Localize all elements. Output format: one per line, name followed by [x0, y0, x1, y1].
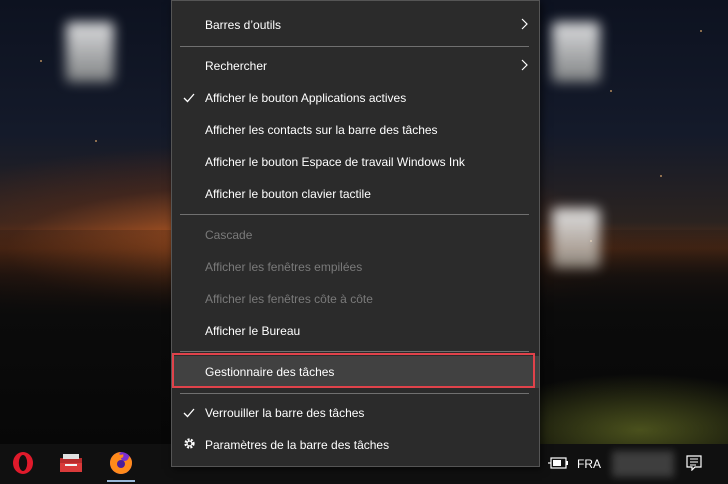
- chevron-right-icon: [521, 18, 529, 33]
- opera-icon: [12, 451, 34, 480]
- menu-item-lock-taskbar[interactable]: Verrouiller la barre des tâches: [172, 397, 539, 429]
- menu-item-show-windows-ink[interactable]: Afficher le bouton Espace de travail Win…: [172, 146, 539, 178]
- wallpaper-star: [95, 140, 97, 142]
- desktop-icon[interactable]: [552, 22, 600, 82]
- menu-item-toolbars[interactable]: Barres d’outils: [172, 9, 539, 41]
- chevron-right-icon: [521, 59, 529, 74]
- battery-icon: [548, 456, 568, 472]
- tray-battery[interactable]: [548, 444, 568, 484]
- menu-separator: [180, 393, 529, 394]
- menu-item-cascade[interactable]: Cascade: [172, 219, 539, 251]
- menu-separator: [180, 351, 529, 352]
- menu-item-show-touch-keyboard[interactable]: Afficher le bouton clavier tactile: [172, 178, 539, 210]
- wallpaper-star: [700, 30, 702, 32]
- menu-item-task-manager[interactable]: Gestionnaire des tâches: [172, 356, 539, 388]
- notification-icon: [686, 454, 702, 474]
- firefox-icon: [109, 451, 133, 480]
- taskbar-app-toolbox[interactable]: [51, 448, 91, 482]
- menu-item-search[interactable]: Rechercher: [172, 50, 539, 82]
- menu-separator: [180, 214, 529, 215]
- menu-item-show-task-view[interactable]: Afficher le bouton Applications actives: [172, 82, 539, 114]
- language-label: FRA: [577, 457, 601, 471]
- gear-icon: [180, 437, 198, 453]
- taskbar-app-opera[interactable]: [3, 448, 43, 482]
- menu-item-show-stacked[interactable]: Afficher les fenêtres empilées: [172, 251, 539, 283]
- menu-item-taskbar-settings[interactable]: Paramètres de la barre des tâches: [172, 429, 539, 461]
- menu-item-show-desktop[interactable]: Afficher le Bureau: [172, 315, 539, 347]
- action-center-button[interactable]: [686, 444, 702, 484]
- desktop-icon[interactable]: [66, 22, 114, 82]
- taskbar-app-firefox[interactable]: [101, 448, 141, 482]
- checkmark-icon: [180, 91, 198, 106]
- desktop-icon[interactable]: [552, 208, 600, 268]
- clock-blurred: [612, 451, 674, 477]
- tray-clock[interactable]: [612, 444, 678, 484]
- wallpaper-star: [660, 175, 662, 177]
- active-app-indicator: [107, 480, 135, 482]
- language-indicator[interactable]: FRA: [577, 444, 601, 484]
- checkmark-icon: [180, 406, 198, 421]
- toolbox-icon: [59, 452, 83, 479]
- taskbar-context-menu: Barres d’outils Rechercher Afficher le b…: [171, 0, 540, 467]
- wallpaper-star: [40, 60, 42, 62]
- wallpaper-star: [610, 90, 612, 92]
- menu-item-show-people[interactable]: Afficher les contacts sur la barre des t…: [172, 114, 539, 146]
- menu-separator: [180, 46, 529, 47]
- menu-item-show-side-by-side[interactable]: Afficher les fenêtres côte à côte: [172, 283, 539, 315]
